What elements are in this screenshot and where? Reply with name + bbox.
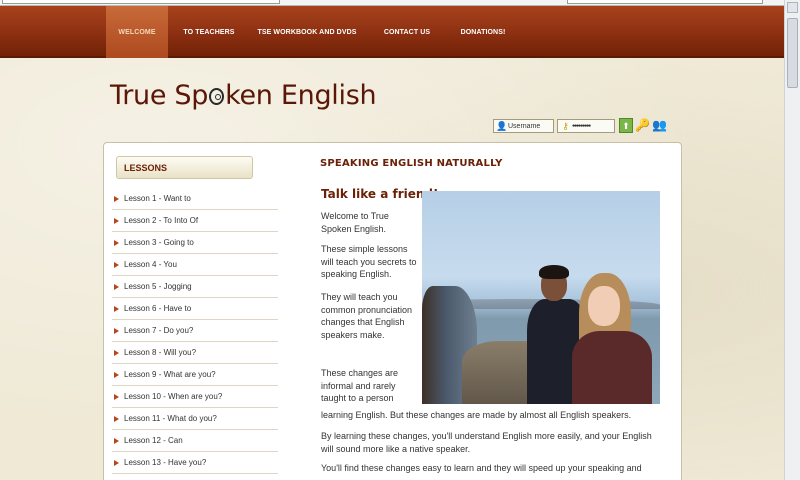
nav-contact-us[interactable]: CONTACT US xyxy=(372,6,442,58)
nav-donations[interactable]: DONATIONS! xyxy=(452,6,514,58)
lesson-link[interactable]: Lesson 11 - What do you? xyxy=(112,408,278,430)
arrow-bullet-icon xyxy=(114,415,119,422)
arrow-bullet-icon xyxy=(114,195,119,202)
lesson-link[interactable]: Lesson 9 - What are you? xyxy=(112,364,278,386)
lesson-link[interactable]: Lesson 3 - Going to xyxy=(112,232,278,254)
nav-to-teachers[interactable]: TO TEACHERS xyxy=(176,6,242,58)
address-bar-fragment[interactable] xyxy=(2,0,280,4)
username-field-value: Username xyxy=(508,122,541,130)
password-help-icon[interactable]: 🔑 xyxy=(635,118,650,133)
arrow-bullet-icon xyxy=(114,393,119,400)
lesson-link[interactable]: Lesson 10 - When are you? xyxy=(112,386,278,408)
learning-paragraph: By learning these changes, you'll unders… xyxy=(321,431,652,454)
lesson-label: Lesson 3 - Going to xyxy=(124,238,194,247)
lesson-label: Lesson 1 - Want to xyxy=(124,194,191,203)
lesson-link[interactable]: Lesson 5 - Jogging xyxy=(112,276,278,298)
photo-man-hair xyxy=(539,265,569,279)
pronunciation-paragraph: They will teach you common pronunciation… xyxy=(321,292,413,340)
speed-paragraph: You'll find these changes easy to learn … xyxy=(321,463,642,473)
lesson-label: Lesson 4 - You xyxy=(124,260,177,269)
scrollbar-thumb[interactable] xyxy=(787,18,798,88)
arrow-bullet-icon xyxy=(114,349,119,356)
arrow-bullet-icon xyxy=(114,371,119,378)
nav-welcome[interactable]: WELCOME xyxy=(106,6,168,58)
lesson-link[interactable]: Lesson 2 - To Into Of xyxy=(112,210,278,232)
scroll-up-arrow-icon[interactable] xyxy=(787,2,798,13)
lesson-label: Lesson 5 - Jogging xyxy=(124,282,192,291)
lesson-link[interactable]: Lesson 1 - Want to xyxy=(112,188,278,210)
site-logo[interactable]: True Sp ken English xyxy=(110,80,377,111)
register-icon[interactable]: 👥 xyxy=(652,118,667,133)
lesson-label: Lesson 7 - Do you? xyxy=(124,326,194,335)
lesson-label: Lesson 11 - What do you? xyxy=(124,414,217,423)
photo-woman-head xyxy=(588,286,620,326)
lesson-link[interactable]: Lesson 6 - Have to xyxy=(112,298,278,320)
friends-photo xyxy=(422,191,660,404)
lesson-label: Lesson 12 - Can xyxy=(124,436,183,445)
lesson-link[interactable]: Lesson 7 - Do you? xyxy=(112,320,278,342)
search-bar-fragment[interactable] xyxy=(567,0,763,4)
lesson-label: Lesson 6 - Have to xyxy=(124,304,192,313)
password-field[interactable]: ⚷ ●●●●●●●●● xyxy=(557,119,615,133)
lesson-label: Lesson 13 - Have you? xyxy=(124,458,207,467)
arrow-bullet-icon xyxy=(114,327,119,334)
lesson-link[interactable]: Lesson 12 - Can xyxy=(112,430,278,452)
user-icon: 👤 xyxy=(496,121,508,131)
logo-text-end: ken English xyxy=(225,80,377,111)
arrow-bullet-icon xyxy=(114,437,119,444)
main-navbar: WELCOME TO TEACHERS TSE WORKBOOK AND DVD… xyxy=(0,6,784,58)
key-icon: ⚷ xyxy=(562,121,569,131)
section-subheading: Talk like a friend! xyxy=(321,187,439,201)
page-title: SPEAKING ENGLISH NATURALLY xyxy=(320,158,503,169)
arrow-bullet-icon xyxy=(114,261,119,268)
login-arrow-icon[interactable]: ⬆ xyxy=(619,118,633,133)
lesson-link[interactable]: Lesson 8 - Will you? xyxy=(112,342,278,364)
arrow-bullet-icon xyxy=(114,459,119,466)
logo-text-start: True Sp xyxy=(110,80,209,111)
arrow-bullet-icon xyxy=(114,217,119,224)
lesson-link[interactable]: Lesson 13 - Have you? xyxy=(112,452,278,474)
lessons-paragraph: These simple lessons will teach you secr… xyxy=(321,244,417,279)
browser-scrollbar[interactable] xyxy=(784,0,800,480)
logo-o-mark-icon xyxy=(209,88,225,105)
lesson-link[interactable]: Lesson 4 - You xyxy=(112,254,278,276)
password-field-value: ●●●●●●●●● xyxy=(572,123,591,129)
lessons-header: LESSONS xyxy=(116,156,253,179)
arrow-bullet-icon xyxy=(114,305,119,312)
lesson-label: Lesson 8 - Will you? xyxy=(124,348,197,357)
informal-paragraph-end: learning English. But these changes are … xyxy=(321,410,632,420)
intro-paragraph: Welcome to True Spoken English. xyxy=(321,211,389,234)
informal-paragraph-start: These changes are informal and rarely ta… xyxy=(321,368,399,403)
nav-tse-workbook[interactable]: TSE WORKBOOK AND DVDS xyxy=(257,6,357,58)
username-field[interactable]: 👤 Username xyxy=(493,119,554,133)
arrow-bullet-icon xyxy=(114,283,119,290)
lesson-label: Lesson 10 - When are you? xyxy=(124,392,223,401)
lesson-label: Lesson 2 - To Into Of xyxy=(124,216,199,225)
arrow-bullet-icon xyxy=(114,239,119,246)
photo-woman-body xyxy=(572,331,652,404)
lesson-label: Lesson 9 - What are you? xyxy=(124,370,216,379)
